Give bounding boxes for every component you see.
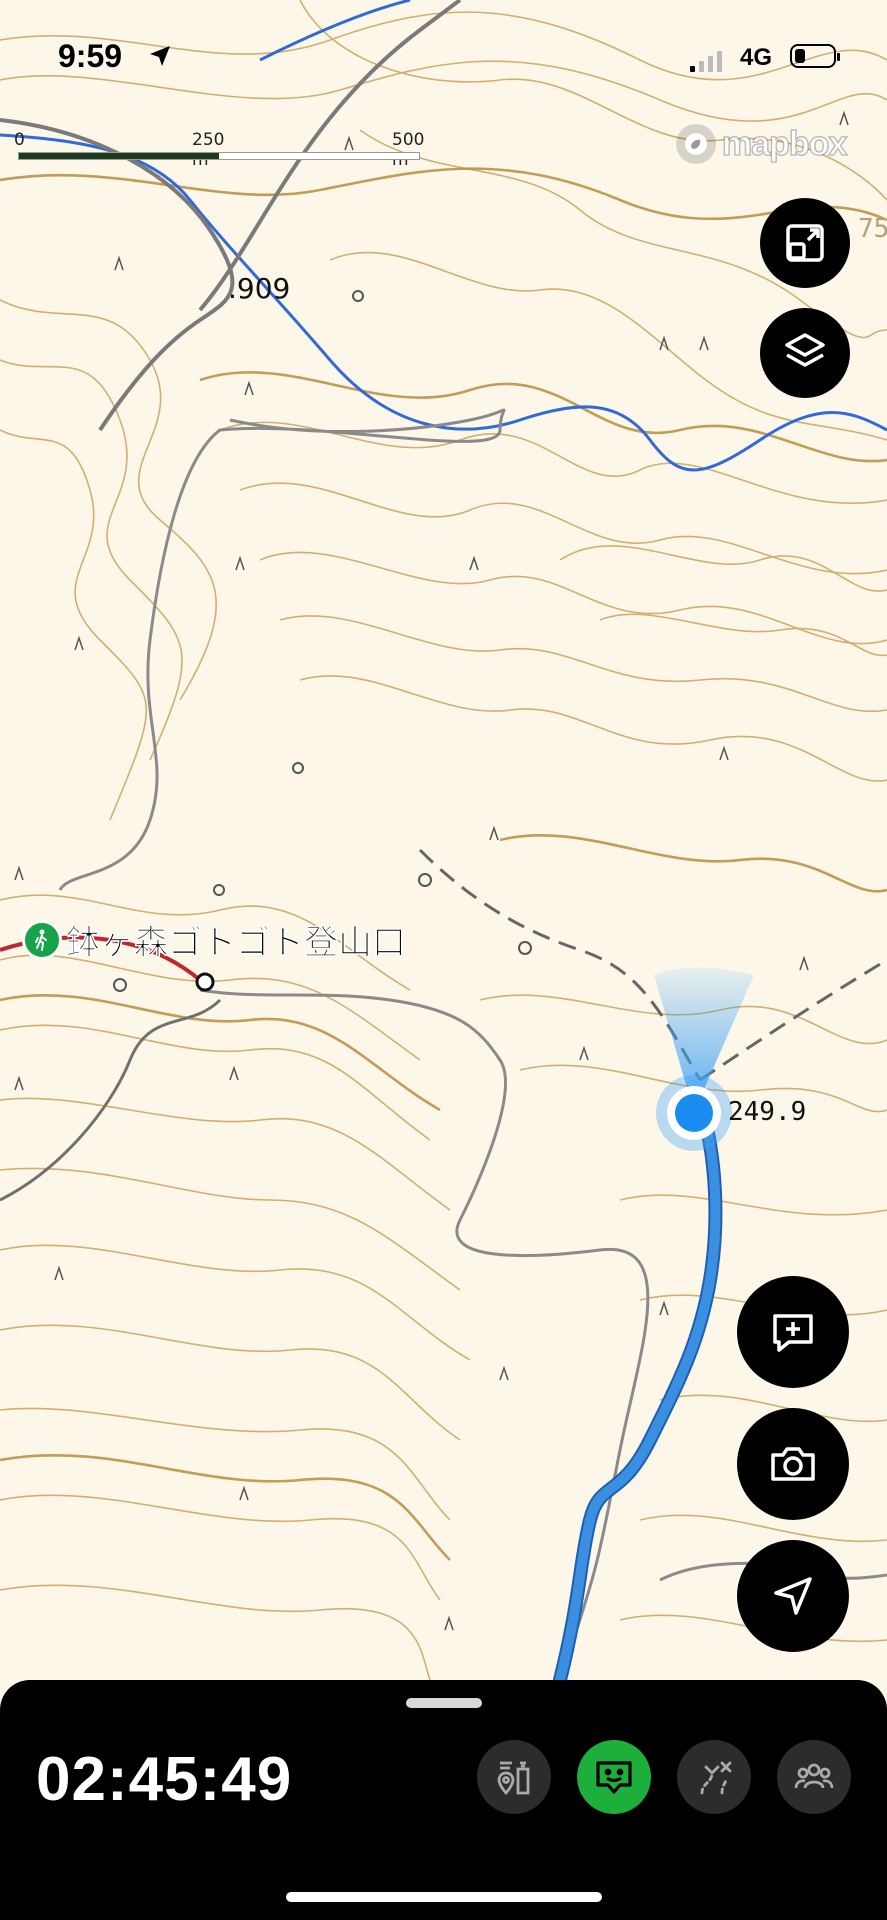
trailhead-marker[interactable]: 鉢ヶ森ゴトゴト登山口 (22, 915, 406, 964)
message-plus-icon (773, 1314, 813, 1352)
scale-bar-track (18, 152, 420, 160)
status-bar: 9:59 4G (0, 0, 887, 110)
map-pins-icon (497, 1761, 530, 1796)
location-services-icon (150, 46, 170, 66)
scale-label-mid: 250 m (192, 130, 225, 170)
mapbox-logo-icon (676, 124, 716, 164)
group-button[interactable] (777, 1740, 851, 1814)
scale-label-end: 500 m (392, 130, 425, 170)
group-icon (794, 1763, 834, 1789)
route-toggle-button[interactable] (677, 1740, 751, 1814)
battery-icon (790, 44, 840, 68)
fit-map-button[interactable] (760, 198, 850, 288)
elapsed-time: 02:45:49 (36, 1745, 293, 1814)
mapbox-attribution[interactable]: mapbox (676, 124, 848, 164)
expand-arrows-icon (786, 224, 824, 262)
map-layers-button[interactable] (760, 308, 850, 398)
navigation-arrow-icon (774, 1577, 812, 1615)
status-time: 9:59 (58, 38, 123, 74)
home-indicator (286, 1892, 602, 1902)
scale-bar-fill (19, 153, 219, 159)
layers-icon (785, 333, 825, 367)
mapbox-wordmark: mapbox (721, 124, 848, 164)
add-note-button[interactable] (737, 1276, 849, 1388)
camera-button[interactable] (737, 1408, 849, 1520)
locate-me-button[interactable] (737, 1540, 849, 1652)
waypoints-button[interactable] (477, 1740, 551, 1814)
camera-icon (771, 1447, 815, 1481)
network-type: 4G (740, 44, 773, 71)
hiker-icon (22, 919, 62, 960)
chat-face-icon (596, 1761, 632, 1794)
scale-label-zero: 0 (14, 130, 25, 150)
map-edge-label: 75 (858, 214, 887, 244)
peak-elevation-label: .909 (228, 272, 291, 305)
route-off-icon (700, 1761, 732, 1795)
trailhead-name: 鉢ヶ森ゴトゴト登山口 (66, 924, 407, 963)
chat-button[interactable] (577, 1740, 651, 1814)
current-elevation-label: 249.9 (728, 1097, 807, 1127)
tracking-bottom-sheet[interactable]: 02:45:49 (0, 1680, 887, 1920)
signal-icon (690, 51, 722, 72)
sheet-drag-handle[interactable] (406, 1698, 482, 1708)
